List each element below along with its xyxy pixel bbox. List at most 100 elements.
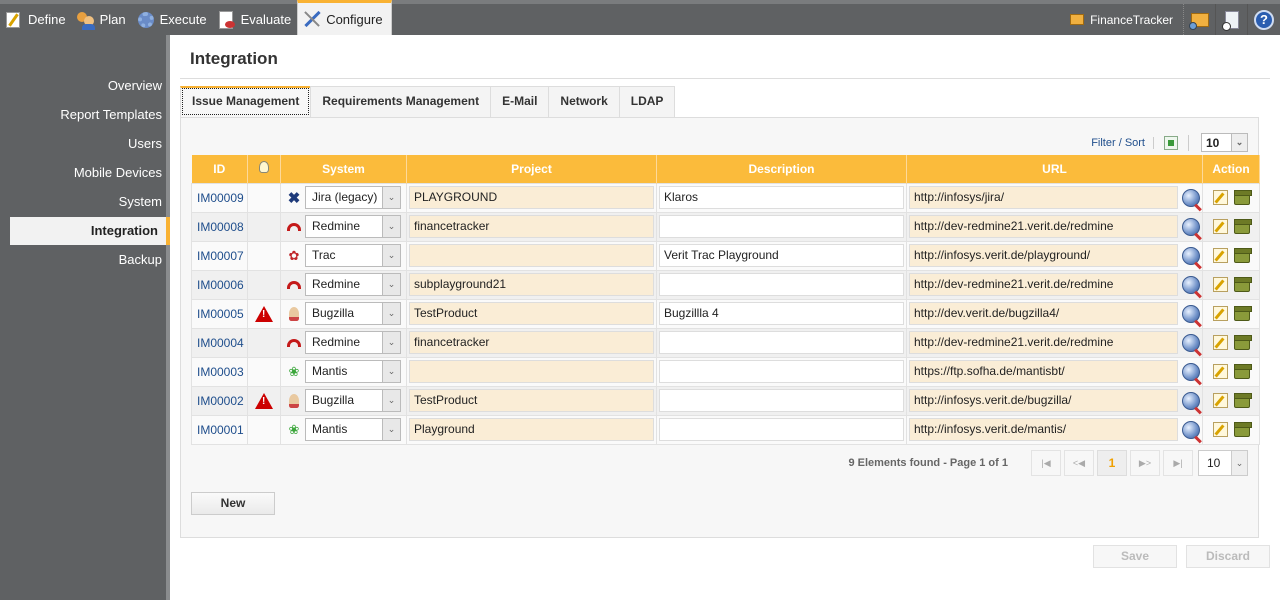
project-input[interactable]: financetracker bbox=[409, 331, 654, 354]
column-header-id[interactable]: ID bbox=[191, 155, 248, 183]
column-header-project[interactable]: Project bbox=[406, 155, 657, 183]
edit-icon[interactable] bbox=[1212, 190, 1228, 205]
url-input[interactable]: http://infosys/jira/ bbox=[909, 186, 1178, 209]
edit-icon[interactable] bbox=[1212, 422, 1228, 437]
sidebar-item-integration[interactable]: Integration bbox=[10, 217, 170, 245]
url-input[interactable]: http://infosys.verit.de/mantis/ bbox=[909, 418, 1178, 441]
url-input[interactable]: http://dev-redmine21.verit.de/redmine bbox=[909, 273, 1178, 296]
test-connection-globe-icon[interactable] bbox=[1182, 333, 1200, 352]
test-connection-globe-icon[interactable] bbox=[1182, 420, 1200, 439]
delete-icon[interactable] bbox=[1233, 306, 1252, 321]
project-input[interactable]: financetracker bbox=[409, 215, 654, 238]
edit-icon[interactable] bbox=[1212, 335, 1228, 350]
system-select[interactable]: Redmine ⌄ bbox=[305, 331, 401, 354]
issue-system-id-link[interactable]: IM00005 bbox=[194, 307, 244, 321]
system-select[interactable]: Mantis ⌄ bbox=[305, 360, 401, 383]
test-connection-globe-icon[interactable] bbox=[1182, 391, 1200, 410]
system-select[interactable]: Bugzilla ⌄ bbox=[305, 302, 401, 325]
description-input[interactable] bbox=[659, 215, 904, 238]
sidebar-item-mobile-devices[interactable]: Mobile Devices bbox=[2, 159, 162, 187]
excel-export-icon[interactable] bbox=[1164, 135, 1178, 150]
project-input[interactable]: TestProduct bbox=[409, 302, 654, 325]
test-connection-globe-icon[interactable] bbox=[1182, 275, 1200, 294]
issue-system-id-link[interactable]: IM00001 bbox=[194, 423, 244, 437]
tab-network[interactable]: Network bbox=[548, 86, 620, 117]
delete-icon[interactable] bbox=[1233, 219, 1252, 234]
nav-configure[interactable]: Configure bbox=[297, 0, 392, 35]
nav-plan[interactable]: Plan bbox=[72, 4, 132, 35]
new-button[interactable]: New bbox=[191, 492, 275, 515]
delete-icon[interactable] bbox=[1233, 277, 1252, 292]
project-input[interactable]: TestProduct bbox=[409, 389, 654, 412]
discard-button[interactable]: Discard bbox=[1186, 545, 1270, 568]
current-page-button[interactable]: 1 bbox=[1097, 450, 1127, 476]
issue-system-id-link[interactable]: IM00009 bbox=[194, 191, 244, 205]
column-header-description[interactable]: Description bbox=[656, 155, 907, 183]
description-input[interactable]: Bugzillla 4 bbox=[659, 302, 904, 325]
description-input[interactable] bbox=[659, 331, 904, 354]
delete-icon[interactable] bbox=[1233, 364, 1252, 379]
issue-system-id-link[interactable]: IM00004 bbox=[194, 336, 244, 350]
issue-system-id-link[interactable]: IM00003 bbox=[194, 365, 244, 379]
sidebar-item-system[interactable]: System bbox=[2, 188, 162, 216]
project-input[interactable] bbox=[409, 244, 654, 267]
description-input[interactable] bbox=[659, 389, 904, 412]
delete-icon[interactable] bbox=[1233, 190, 1252, 205]
project-selector[interactable]: FinanceTracker bbox=[1060, 4, 1184, 35]
issue-system-id-link[interactable]: IM00007 bbox=[194, 249, 244, 263]
test-connection-globe-icon[interactable] bbox=[1182, 246, 1200, 265]
tab-ldap[interactable]: LDAP bbox=[618, 86, 676, 117]
issue-system-id-link[interactable]: IM00002 bbox=[194, 394, 244, 408]
test-connection-globe-icon[interactable] bbox=[1182, 304, 1200, 323]
help-button[interactable]: ? bbox=[1248, 4, 1280, 35]
tab-e-mail[interactable]: E-Mail bbox=[490, 86, 550, 117]
system-select[interactable]: Redmine ⌄ bbox=[305, 273, 401, 296]
last-page-button[interactable]: ▶| bbox=[1163, 450, 1193, 476]
sidebar-item-overview[interactable]: Overview bbox=[2, 72, 162, 100]
description-input[interactable] bbox=[659, 360, 904, 383]
delete-icon[interactable] bbox=[1233, 335, 1252, 350]
tab-requirements-management[interactable]: Requirements Management bbox=[310, 86, 492, 117]
description-input[interactable] bbox=[659, 418, 904, 441]
system-select[interactable]: Trac ⌄ bbox=[305, 244, 401, 267]
sidebar-item-backup[interactable]: Backup bbox=[2, 246, 162, 274]
url-input[interactable]: http://dev-redmine21.verit.de/redmine bbox=[909, 331, 1178, 354]
tab-issue-management[interactable]: Issue Management bbox=[180, 86, 312, 117]
sidebar-item-report-templates[interactable]: Report Templates bbox=[2, 101, 162, 129]
column-header-system[interactable]: System bbox=[280, 155, 407, 183]
project-search-button[interactable] bbox=[1184, 4, 1216, 35]
filter-sort-link[interactable]: Filter / Sort bbox=[1091, 136, 1154, 149]
url-input[interactable]: http://dev-redmine21.verit.de/redmine bbox=[909, 215, 1178, 238]
edit-icon[interactable] bbox=[1212, 306, 1228, 321]
system-select[interactable]: Jira (legacy) ⌄ bbox=[305, 186, 401, 209]
sidebar-item-users[interactable]: Users bbox=[2, 130, 162, 158]
url-input[interactable]: https://ftp.sofha.de/mantisbt/ bbox=[909, 360, 1178, 383]
edit-icon[interactable] bbox=[1212, 248, 1228, 263]
system-select[interactable]: Bugzilla ⌄ bbox=[305, 389, 401, 412]
first-page-button[interactable]: |◀ bbox=[1031, 450, 1061, 476]
previous-page-button[interactable]: <◀ bbox=[1064, 450, 1094, 476]
description-input[interactable]: Klaros bbox=[659, 186, 904, 209]
test-connection-globe-icon[interactable] bbox=[1182, 188, 1200, 207]
page-size-select[interactable]: 10 ⌄ bbox=[1201, 133, 1248, 152]
test-connection-globe-icon[interactable] bbox=[1182, 362, 1200, 381]
column-header-url[interactable]: URL bbox=[906, 155, 1203, 183]
next-page-button[interactable]: ▶> bbox=[1130, 450, 1160, 476]
nav-execute[interactable]: Execute bbox=[132, 4, 213, 35]
issue-system-id-link[interactable]: IM00008 bbox=[194, 220, 244, 234]
url-input[interactable]: http://dev.verit.de/bugzilla4/ bbox=[909, 302, 1178, 325]
test-connection-globe-icon[interactable] bbox=[1182, 217, 1200, 236]
edit-icon[interactable] bbox=[1212, 393, 1228, 408]
description-input[interactable] bbox=[659, 273, 904, 296]
system-select[interactable]: Redmine ⌄ bbox=[305, 215, 401, 238]
project-input[interactable]: subplayground21 bbox=[409, 273, 654, 296]
edit-icon[interactable] bbox=[1212, 277, 1228, 292]
nav-evaluate[interactable]: Evaluate bbox=[213, 4, 298, 35]
url-input[interactable]: http://infosys.verit.de/bugzilla/ bbox=[909, 389, 1178, 412]
delete-icon[interactable] bbox=[1233, 393, 1252, 408]
url-input[interactable]: http://infosys.verit.de/playground/ bbox=[909, 244, 1178, 267]
description-input[interactable]: Verit Trac Playground bbox=[659, 244, 904, 267]
delete-icon[interactable] bbox=[1233, 422, 1252, 437]
edit-icon[interactable] bbox=[1212, 219, 1228, 234]
project-input[interactable]: Playground bbox=[409, 418, 654, 441]
